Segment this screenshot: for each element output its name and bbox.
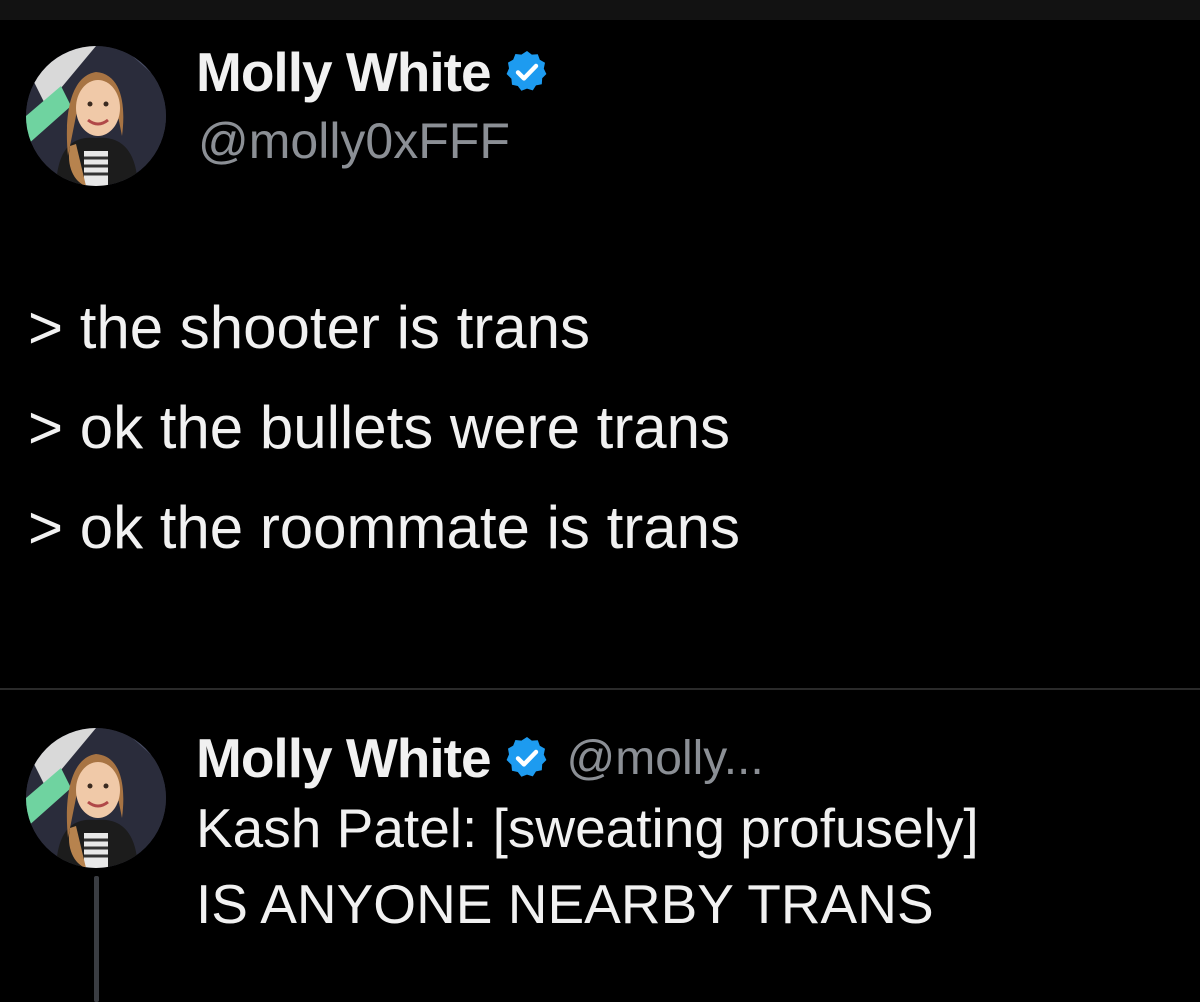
reply-tweet[interactable]: Molly White @molly... Kash Patel: [sweat… [0, 690, 1200, 1002]
tweet-line: > ok the roommate is trans [28, 494, 740, 561]
avatar-image [26, 728, 166, 868]
handle[interactable]: @molly0xFFF [198, 112, 510, 170]
tweet-line: > ok the bullets were trans [28, 394, 731, 461]
avatar[interactable] [26, 46, 166, 186]
reply-header: Molly White @molly... [196, 726, 764, 790]
reply-line: IS ANYONE NEARBY TRANS [196, 873, 934, 935]
display-name[interactable]: Molly White [196, 40, 492, 104]
handle[interactable]: @molly... [567, 731, 764, 786]
avatar[interactable] [26, 728, 166, 868]
avatar-image [26, 46, 166, 186]
verified-badge-icon [503, 48, 551, 96]
thread-connector-line [94, 876, 99, 1002]
tweet[interactable]: Molly White @molly0xFFF > the shooter is… [0, 20, 1200, 688]
tweet-line: > the shooter is trans [28, 294, 590, 361]
display-name[interactable]: Molly White [196, 726, 492, 790]
reply-line: Kash Patel: [sweating profusely] [196, 797, 979, 859]
top-edge-strip [0, 0, 1200, 20]
tweet-header: Molly White [196, 40, 551, 104]
tweet-text: > the shooter is trans > ok the bullets … [28, 278, 740, 578]
reply-text: Kash Patel: [sweating profusely] IS ANYO… [196, 790, 979, 942]
verified-badge-icon [503, 734, 551, 782]
